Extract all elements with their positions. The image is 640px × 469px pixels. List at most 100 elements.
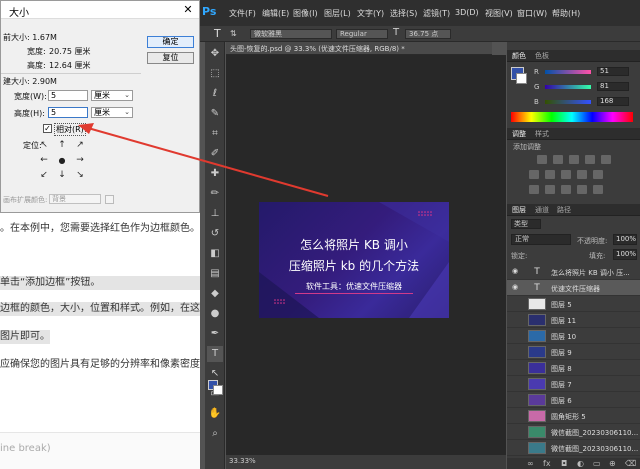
eye-icon[interactable]: ◉: [512, 268, 520, 275]
lasso-tool-icon[interactable]: ℓ: [207, 86, 223, 102]
fill-input[interactable]: 100%: [613, 249, 637, 260]
arrow-nw-icon[interactable]: ↖: [35, 138, 53, 153]
anchor-center-icon[interactable]: ●: [53, 153, 71, 168]
gradient-map-icon[interactable]: [577, 185, 587, 194]
channel-b-value[interactable]: 168: [597, 97, 629, 106]
hand-tool-icon[interactable]: ✋: [207, 406, 223, 422]
layer-row[interactable]: 微信截图_20230306110...: [507, 424, 640, 440]
mask-icon[interactable]: ◘: [561, 458, 567, 469]
selective-color-icon[interactable]: [593, 185, 603, 194]
brightness-icon[interactable]: [537, 155, 547, 164]
ok-button[interactable]: 确定: [147, 36, 194, 48]
ext-color-select[interactable]: 背景: [49, 194, 101, 204]
menu-edit[interactable]: 编辑(E): [262, 8, 289, 19]
arrow-ne-icon[interactable]: ↗: [71, 138, 89, 153]
arrow-right-icon[interactable]: →: [71, 153, 89, 168]
arrow-sw-icon[interactable]: ↙: [35, 168, 53, 183]
move-tool-icon[interactable]: ✥: [207, 46, 223, 62]
quick-select-icon[interactable]: ✎: [207, 106, 223, 122]
eyedropper-icon[interactable]: ✐: [207, 146, 223, 162]
zoom-tool-icon[interactable]: ⌕: [207, 426, 223, 442]
layer-row[interactable]: ◉ T 优速文件压缩器: [507, 280, 640, 296]
arrow-up-icon[interactable]: ↑: [53, 138, 71, 153]
history-brush-icon[interactable]: ↺: [207, 226, 223, 242]
channel-r-slider[interactable]: [545, 70, 591, 74]
blend-mode-select[interactable]: 正常: [511, 234, 571, 245]
menu-filter[interactable]: 滤镜(T): [423, 8, 450, 19]
menu-type[interactable]: 文字(Y): [357, 8, 384, 19]
photo-filter-icon[interactable]: [593, 170, 603, 179]
orientation-icon[interactable]: ⇅: [230, 29, 237, 38]
eye-icon[interactable]: ◉: [512, 284, 520, 291]
channel-g-slider[interactable]: [545, 85, 591, 89]
pen-tool-icon[interactable]: ✒: [207, 326, 223, 342]
menu-3d[interactable]: 3D(D): [455, 8, 479, 17]
background-color-swatch[interactable]: [213, 385, 223, 395]
text-tool-icon[interactable]: T: [207, 346, 223, 362]
menu-help[interactable]: 帮助(H): [552, 8, 580, 19]
new-layer-icon[interactable]: ⊕: [609, 458, 616, 469]
clone-stamp-icon[interactable]: ⊥: [207, 206, 223, 222]
layer-row[interactable]: 圆角矩形 5: [507, 408, 640, 424]
eye-icon[interactable]: [512, 332, 520, 339]
link-icon[interactable]: ∞: [527, 458, 534, 469]
width-input[interactable]: 5: [48, 90, 88, 101]
dialog-title-bar[interactable]: 大小 ✕: [1, 1, 199, 19]
close-icon[interactable]: ✕: [181, 3, 195, 17]
font-family-select[interactable]: 微软雅黑: [250, 29, 332, 39]
canvas-image[interactable]: 怎么将照片 KB 调小 压缩照片 kb 的几个方法 软件工具：优速文件压缩器: [259, 202, 449, 318]
font-size-select[interactable]: 36.75 点: [405, 29, 451, 39]
dodge-tool-icon[interactable]: ●: [207, 306, 223, 322]
curves-icon[interactable]: [569, 155, 579, 164]
color-ramp[interactable]: [511, 112, 633, 122]
menu-window[interactable]: 窗口(W): [517, 8, 547, 19]
exposure-icon[interactable]: [585, 155, 595, 164]
height-unit-select[interactable]: 厘米 ⌄: [91, 107, 133, 118]
eye-icon[interactable]: [512, 364, 520, 371]
bw-icon[interactable]: [577, 170, 587, 179]
eye-icon[interactable]: [512, 412, 520, 419]
layer-row[interactable]: 图层 10: [507, 328, 640, 344]
arrow-left-icon[interactable]: ←: [35, 153, 53, 168]
menu-file[interactable]: 文件(F): [229, 8, 256, 19]
layer-row[interactable]: 图层 8: [507, 360, 640, 376]
invert-icon[interactable]: [529, 185, 539, 194]
color-balance-icon[interactable]: [561, 170, 571, 179]
opacity-input[interactable]: 100%: [613, 234, 637, 245]
layer-row[interactable]: 图层 9: [507, 344, 640, 360]
threshold-icon[interactable]: [561, 185, 571, 194]
blur-tool-icon[interactable]: ◆: [207, 286, 223, 302]
eye-icon[interactable]: [512, 444, 520, 451]
channel-r-value[interactable]: 51: [597, 67, 629, 76]
levels-icon[interactable]: [553, 155, 563, 164]
eye-icon[interactable]: [512, 300, 520, 307]
menu-select[interactable]: 选择(S): [390, 8, 417, 19]
width-unit-select[interactable]: 厘米 ⌄: [91, 90, 133, 101]
triangle-icon[interactable]: [601, 155, 611, 164]
menu-layer[interactable]: 图层(L): [324, 8, 351, 19]
eye-icon[interactable]: [512, 348, 520, 355]
arrow-se-icon[interactable]: ↘: [71, 168, 89, 183]
marquee-tool-icon[interactable]: ⬚: [207, 66, 223, 82]
type-tool-icon[interactable]: T: [214, 27, 221, 40]
channel-b-slider[interactable]: [545, 100, 591, 104]
layer-row[interactable]: 图层 11: [507, 312, 640, 328]
hue-sat-icon[interactable]: [545, 170, 555, 179]
trash-icon[interactable]: ⌫: [625, 458, 636, 469]
layer-kind-filter[interactable]: 类型: [511, 219, 541, 229]
relative-label[interactable]: 相对(R): [54, 123, 86, 136]
menu-view[interactable]: 视图(V): [485, 8, 513, 19]
tab-paths[interactable]: 路径: [557, 205, 571, 215]
crop-tool-icon[interactable]: ⌗: [207, 126, 223, 142]
font-style-select[interactable]: Regular: [336, 29, 388, 39]
folder-icon[interactable]: ▭: [593, 458, 601, 469]
gradient-tool-icon[interactable]: ▤: [207, 266, 223, 282]
layer-row[interactable]: 微信截图_20230306110...: [507, 440, 640, 456]
layer-row[interactable]: ◉ T 怎么将照片 KB 调小 压...: [507, 264, 640, 280]
reset-button[interactable]: 复位: [147, 52, 194, 64]
tab-swatches[interactable]: 色板: [535, 51, 549, 61]
vibrance-icon[interactable]: [529, 170, 539, 179]
bg-color-chip[interactable]: [516, 73, 527, 84]
healing-brush-icon[interactable]: ✚: [207, 166, 223, 182]
eye-icon[interactable]: [512, 380, 520, 387]
